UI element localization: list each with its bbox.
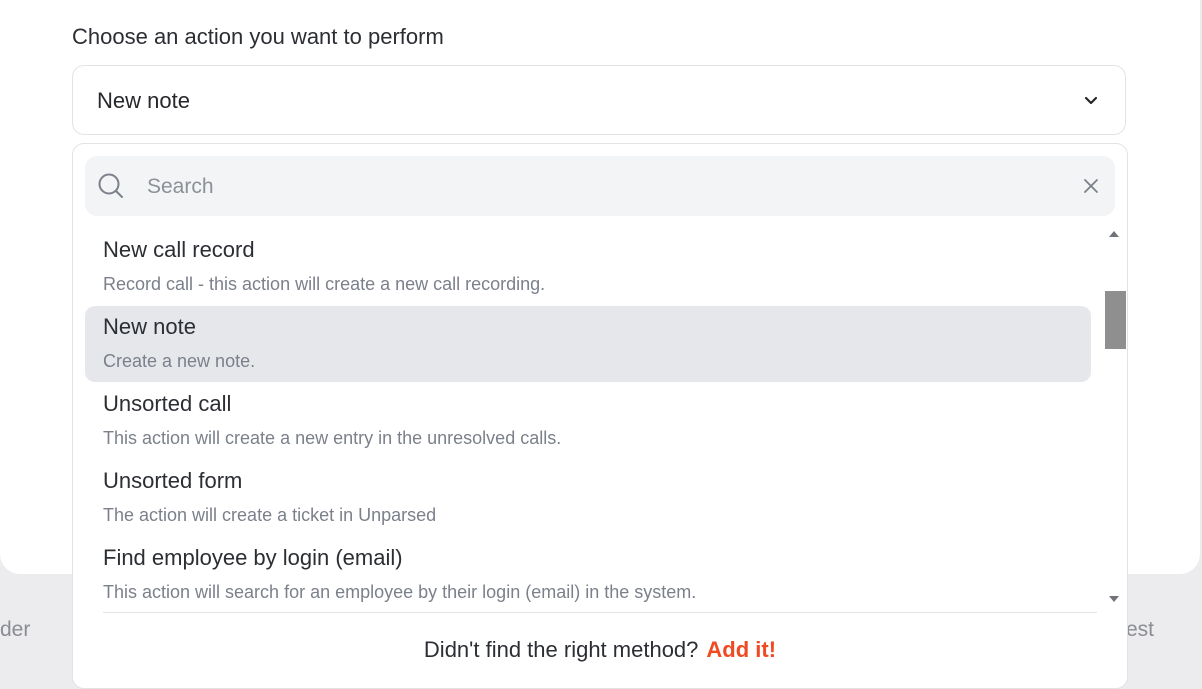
action-item-new-call-record[interactable]: New call record Record call - this actio… [85, 229, 1091, 305]
add-method-link[interactable]: Add it! [706, 637, 776, 662]
action-item-unsorted-call[interactable]: Unsorted call This action will create a … [85, 383, 1091, 459]
background-button-text: der [0, 618, 31, 641]
search-box [85, 156, 1115, 216]
scroll-up-arrow-icon[interactable] [1109, 231, 1119, 237]
scroll-down-arrow-icon[interactable] [1109, 596, 1119, 602]
action-item-description: This action will create a new entry in t… [103, 428, 562, 448]
action-list: New call record Record call - this actio… [85, 229, 1091, 613]
action-select-value: New note [97, 88, 190, 113]
action-item-title: Unsorted form [103, 468, 243, 493]
action-dropdown: New call record Record call - this actio… [72, 143, 1128, 689]
action-item-new-note[interactable]: New note Create a new note. [85, 306, 1091, 382]
action-item-description: Record call - this action will create a … [103, 274, 546, 294]
footer-divider [103, 612, 1097, 613]
action-item-description: This action will search for an employee … [103, 582, 697, 602]
dropdown-footer: Didn't find the right method? Add it! [73, 637, 1127, 663]
close-icon[interactable] [1083, 178, 1099, 194]
action-item-description: The action will create a ticket in Unpar… [103, 505, 437, 525]
scrollbar-thumb[interactable] [1105, 291, 1126, 349]
action-prompt-label: Choose an action you want to perform [72, 24, 444, 49]
chevron-down-icon [1084, 96, 1098, 105]
search-icon [98, 173, 123, 198]
footer-text: Didn't find the right method? [423, 637, 699, 662]
background-button-text: est [1126, 618, 1155, 641]
action-item-title: Find employee by login (email) [103, 545, 403, 570]
action-select[interactable]: New note [72, 65, 1126, 135]
action-item-find-employee[interactable]: Find employee by login (email) This acti… [85, 537, 1091, 613]
action-item-unsorted-form[interactable]: Unsorted form The action will create a t… [85, 460, 1091, 536]
search-input[interactable] [145, 166, 1049, 208]
action-item-title: New note [103, 314, 196, 339]
list-scrollbar[interactable] [1105, 229, 1127, 605]
action-item-description: Create a new note. [103, 351, 256, 371]
action-item-title: New call record [103, 237, 255, 262]
action-item-title: Unsorted call [103, 391, 232, 416]
